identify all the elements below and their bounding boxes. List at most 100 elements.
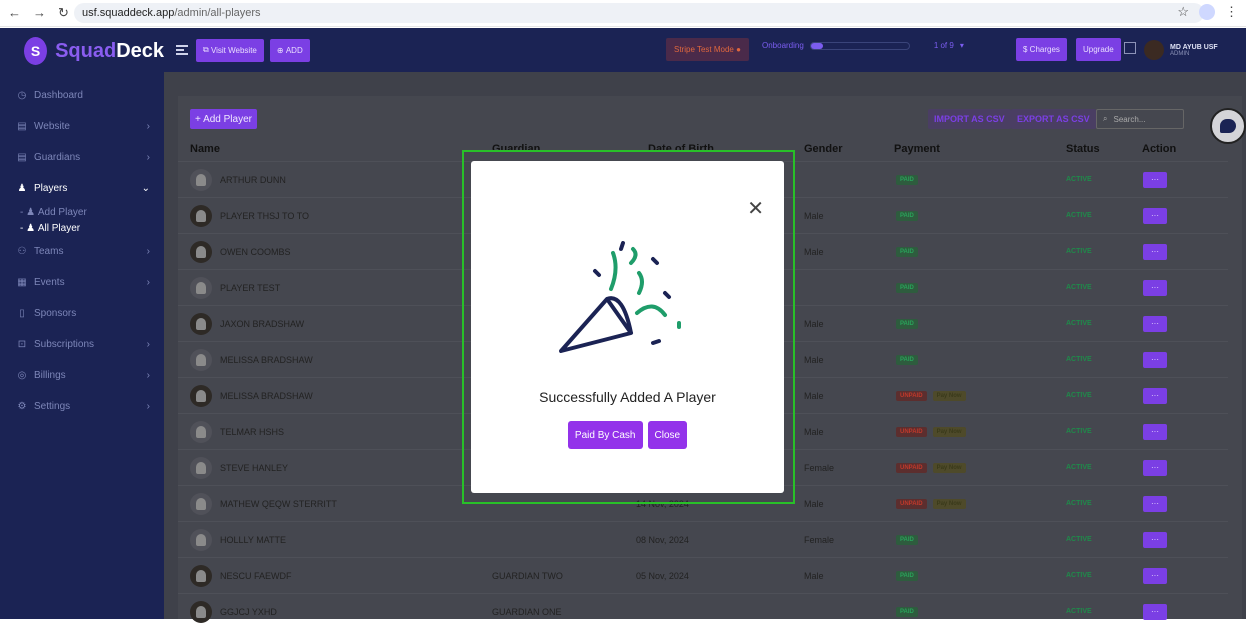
events-icon: ▦ [17, 277, 27, 288]
sidebar-item-sponsors[interactable]: ▯ Sponsors [0, 298, 164, 329]
sidebar-item-teams[interactable]: ⚇ Teams › [0, 236, 164, 267]
col-gender[interactable]: Gender [804, 143, 843, 155]
player-name[interactable]: HOLLLY MATTE [220, 535, 286, 545]
modal-title: Successfully Added A Player [539, 389, 716, 405]
close-button[interactable]: Close [647, 421, 688, 449]
action-button[interactable]: ··· [1143, 171, 1167, 188]
status-badge: ACTIVE [1066, 320, 1092, 327]
search-input[interactable]: ⌕ Search... [1096, 109, 1184, 129]
sidebar-label: Players [34, 183, 68, 194]
action-button[interactable]: ··· [1143, 207, 1167, 224]
back-icon[interactable]: ← [8, 5, 21, 21]
sidebar-item-subscriptions[interactable]: ⊡ Subscriptions › [0, 329, 164, 360]
profile-icon[interactable] [1199, 4, 1215, 20]
action-button[interactable]: ··· [1143, 351, 1167, 368]
action-button[interactable]: ··· [1143, 315, 1167, 332]
player-name[interactable]: PLAYER THSJ TO TO [220, 211, 309, 221]
paid-by-cash-button[interactable]: Paid By Cash [567, 421, 643, 449]
pay-now-button[interactable]: Pay Now [932, 498, 966, 509]
col-name[interactable]: Name [190, 143, 220, 155]
avatar [190, 312, 212, 335]
payment-cell: UNPAID Pay Now [896, 462, 966, 473]
close-icon[interactable]: ✕ [747, 199, 764, 219]
payment-cell: PAID [896, 318, 918, 329]
pay-now-button[interactable]: Pay Now [932, 462, 966, 473]
export-csv-button[interactable]: EXPORT AS CSV [1011, 109, 1096, 129]
col-payment[interactable]: Payment [894, 143, 940, 155]
add-button[interactable]: ⊕ ADD [269, 38, 310, 62]
chat-button[interactable] [1210, 108, 1246, 144]
action-button[interactable]: ··· [1143, 279, 1167, 296]
action-button[interactable]: ··· [1143, 243, 1167, 260]
import-csv-button[interactable]: IMPORT AS CSV [928, 109, 1011, 129]
forward-icon[interactable]: → [33, 5, 46, 21]
chevron-down-icon[interactable]: ▾ [960, 41, 964, 50]
chevron-right-icon: › [146, 277, 150, 288]
chevron-right-icon: › [146, 370, 150, 381]
payment-badge: PAID [896, 174, 918, 185]
payment-badge: PAID [896, 354, 918, 365]
action-button[interactable]: ··· [1143, 603, 1167, 620]
sidebar-item-dashboard[interactable]: ◷ Dashboard [0, 80, 164, 111]
action-button[interactable]: ··· [1143, 567, 1167, 584]
pay-now-button[interactable]: Pay Now [932, 426, 966, 437]
action-button[interactable]: ··· [1143, 495, 1167, 512]
plus-circle-icon: ⊕ [276, 45, 286, 55]
status-badge: ACTIVE [1066, 608, 1092, 615]
player-name[interactable]: MELISSA BRADSHAW [220, 355, 313, 365]
pay-now-button[interactable]: Pay Now [932, 390, 966, 401]
col-status[interactable]: Status [1066, 143, 1100, 155]
gender-cell: Male [804, 210, 824, 221]
sidebar-item-settings[interactable]: ⚙ Settings › [0, 391, 164, 422]
charges-button[interactable]: $ Charges [1016, 38, 1067, 61]
sidebar-label: Billings [34, 370, 66, 381]
browser-menu-icon[interactable]: ⋮ [1225, 4, 1238, 20]
action-button[interactable]: ··· [1143, 531, 1167, 548]
fullscreen-icon[interactable] [1124, 42, 1136, 54]
onboarding-label: Onboarding [762, 41, 804, 50]
sidebar-item-events[interactable]: ▦ Events › [0, 267, 164, 298]
sidebar-item-players[interactable]: ♟ Players ⌄ [0, 173, 164, 204]
sidebar-item-website[interactable]: ▤ Website › [0, 111, 164, 142]
sidebar-label: Website [34, 121, 70, 132]
player-name[interactable]: NESCU FAEWDF [220, 571, 292, 581]
player-name[interactable]: ARTHUR DUNN [220, 175, 286, 185]
user-menu[interactable]: MD AYUB USF ADMIN [1144, 34, 1238, 66]
stripe-test-mode-badge[interactable]: Stripe Test Mode ● [666, 38, 749, 61]
col-action[interactable]: Action [1142, 143, 1176, 155]
dob-cell: 08 Nov, 2024 [636, 534, 689, 545]
address-bar[interactable]: usf.squaddeck.app/admin/all-players [74, 3, 1204, 23]
menu-toggle-icon[interactable] [176, 45, 188, 55]
logo[interactable]: S SquadDeck [0, 28, 164, 74]
onboarding-progress[interactable]: Onboarding 1 of 9 ▾ [762, 41, 964, 50]
payment-badge: PAID [896, 606, 918, 617]
action-button[interactable]: ··· [1143, 423, 1167, 440]
sidebar-sub-all-player[interactable]: - ♟ All Player [0, 220, 164, 236]
sidebar: S SquadDeck ◷ Dashboard ▤ Website › ▤ Guardi… [0, 28, 164, 619]
action-button[interactable]: ··· [1143, 387, 1167, 404]
payment-badge: PAID [896, 246, 918, 257]
reload-icon[interactable]: ↻ [58, 5, 69, 21]
upgrade-button[interactable]: Upgrade [1076, 38, 1121, 61]
player-name[interactable]: TELMAR HSHS [220, 427, 284, 437]
party-popper-icon [559, 241, 681, 353]
avatar [190, 456, 212, 479]
action-button[interactable]: ··· [1143, 459, 1167, 476]
sidebar-item-guardians[interactable]: ▤ Guardians › [0, 142, 164, 173]
player-name[interactable]: MELISSA BRADSHAW [220, 391, 313, 401]
sidebar-label: Events [34, 277, 65, 288]
add-player-button[interactable]: + Add Player [190, 109, 257, 129]
status-badge: ACTIVE [1066, 356, 1092, 363]
player-name[interactable]: STEVE HANLEY [220, 463, 288, 473]
sidebar-sub-add-player[interactable]: - ♟ Add Player [0, 204, 164, 220]
player-name[interactable]: OWEN COOMBS [220, 247, 291, 257]
player-name[interactable]: PLAYER TEST [220, 283, 280, 293]
player-name[interactable]: JAXON BRADSHAW [220, 319, 304, 329]
chevron-right-icon: › [146, 246, 150, 257]
bookmark-star-icon[interactable]: ☆ [1177, 4, 1189, 20]
player-name[interactable]: GGJCJ YXHD [220, 607, 277, 617]
sidebar-item-billings[interactable]: ◎ Billings › [0, 360, 164, 391]
visit-website-button[interactable]: ⧉ Visit Website [196, 38, 264, 62]
player-name[interactable]: MATHEW QEQW STERRITT [220, 499, 337, 509]
gender-cell: Male [804, 354, 824, 365]
